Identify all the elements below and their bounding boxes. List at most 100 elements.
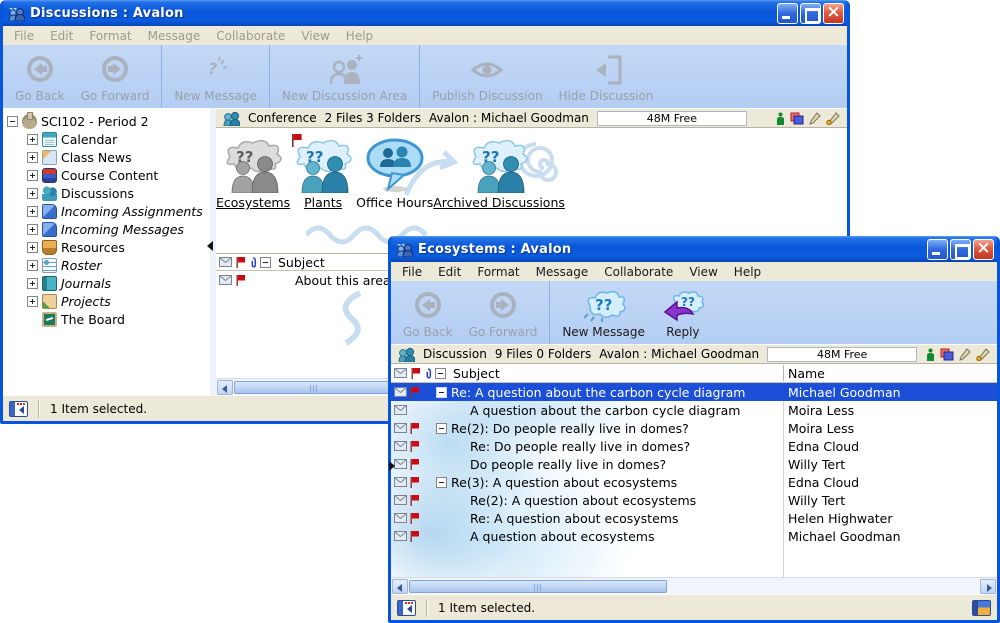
splitter-expand-arrow-icon[interactable] (389, 461, 395, 471)
column-divider[interactable] (783, 365, 784, 381)
menu-item[interactable]: View (681, 264, 725, 280)
tree-item[interactable]: Calendar (3, 130, 210, 148)
close-button[interactable] (823, 3, 844, 24)
tree-item[interactable]: Incoming Assignments (3, 202, 210, 220)
go-forward-button[interactable]: Go Forward (461, 281, 546, 344)
menu-item[interactable]: Message (528, 264, 597, 280)
maximize-button[interactable] (800, 3, 821, 24)
layers-icon (790, 112, 804, 125)
title-bar[interactable]: ?? Discussions : Avalon (3, 0, 847, 26)
info-bar: Conference 2 Files 3 Folders Avalon : Mi… (216, 108, 847, 128)
reply-button[interactable]: ?? Reply (653, 281, 713, 344)
horizontal-scrollbar[interactable] (391, 577, 997, 594)
message-row[interactable]: Re(3): A question about ecosystems Edna … (391, 473, 997, 491)
tree-root[interactable]: SCI102 - Period 2 (3, 112, 210, 130)
collapse-thread-icon[interactable] (436, 387, 447, 398)
maximize-button[interactable] (950, 239, 971, 260)
splitter-collapse-arrow-icon[interactable] (207, 241, 213, 251)
scroll-right-arrow[interactable] (980, 579, 996, 594)
minimize-button[interactable] (777, 3, 798, 24)
expand-box-icon[interactable] (27, 206, 38, 217)
collapse-box-icon[interactable] (7, 116, 18, 127)
go-forward-button[interactable]: Go Forward (73, 45, 158, 108)
message-row[interactable]: A question about ecosystems Michael Good… (391, 527, 997, 545)
menu-item[interactable]: Format (81, 28, 139, 44)
menu-item[interactable]: View (293, 28, 337, 44)
envelope-icon (394, 405, 407, 415)
menu-item[interactable]: File (394, 264, 430, 280)
desktop-icon[interactable]: ?? (290, 137, 356, 210)
scrollbar-thumb[interactable] (234, 381, 394, 394)
reply-icon: ?? (661, 288, 705, 322)
new-discussion-area-button[interactable]: New Discussion Area (274, 45, 415, 108)
minimize-button[interactable] (927, 239, 948, 260)
desktop-icon[interactable]: ?? (356, 137, 433, 210)
message-subject: Re(2): Do people really live in domes? (451, 421, 689, 436)
message-row[interactable]: A question about the carbon cycle diagra… (391, 401, 997, 419)
menu-bar: FileEditFormatMessageCollaborateViewHelp (391, 262, 997, 281)
new-message-button[interactable]: ? New Message (166, 45, 265, 108)
message-row[interactable]: Do people really live in domes? Willy Te… (391, 455, 997, 473)
scrollbar-thumb[interactable] (409, 580, 667, 593)
panel-toggle-icon[interactable] (9, 401, 28, 417)
menu-item[interactable]: Edit (430, 264, 469, 280)
collapse-all-icon[interactable] (260, 257, 271, 268)
tree-item[interactable]: Journals (3, 274, 210, 292)
tree-item[interactable]: The Board (3, 310, 210, 328)
message-row[interactable]: Re: Do people really live in domes? Edna… (391, 437, 997, 455)
publish-discussion-button[interactable]: Publish Discussion (424, 45, 550, 108)
expand-box-icon[interactable] (27, 152, 38, 163)
go-back-button[interactable]: Go Back (395, 281, 461, 344)
tree-item[interactable]: Course Content (3, 166, 210, 184)
envelope-icon (219, 275, 232, 285)
menu-item[interactable]: Collaborate (208, 28, 293, 44)
message-author: Moira Less (788, 403, 854, 418)
paperclip-icon (424, 367, 432, 380)
message-row[interactable]: Re(2): Do people really live in domes? M… (391, 419, 997, 437)
expand-box-icon[interactable] (27, 224, 38, 235)
close-button[interactable] (973, 239, 994, 260)
tree-item[interactable]: Resources (3, 238, 210, 256)
expand-box-icon[interactable] (27, 260, 38, 271)
expand-box-icon[interactable] (27, 278, 38, 289)
scroll-left-arrow[interactable] (392, 579, 408, 594)
expand-box-icon[interactable] (27, 188, 38, 199)
tree-item[interactable]: Incoming Messages (3, 220, 210, 238)
table-header[interactable]: Subject Name (391, 364, 997, 383)
message-row[interactable]: Re: A question about ecosystems Helen Hi… (391, 509, 997, 527)
desktop-icon[interactable]: ?? (216, 137, 290, 210)
new-message-button[interactable]: ?? New Message (554, 281, 653, 344)
desktop-icon[interactable]: ?? (433, 137, 565, 210)
tree-item[interactable]: Projects (3, 292, 210, 310)
menu-item[interactable]: Help (726, 264, 769, 280)
collapse-thread-icon[interactable] (436, 423, 447, 434)
go-back-button[interactable]: Go Back (7, 45, 73, 108)
menu-item[interactable]: File (6, 28, 42, 44)
hide-discussion-button[interactable]: Hide Discussion (551, 45, 662, 108)
menu-item[interactable]: Message (140, 28, 209, 44)
envelope-icon (394, 387, 407, 397)
message-row[interactable]: Re: A question about the carbon cycle di… (391, 383, 997, 401)
view-mode-icon[interactable] (972, 600, 991, 616)
menu-item[interactable]: Help (338, 28, 381, 44)
tree-item[interactable]: Roster (3, 256, 210, 274)
menu-item[interactable]: Format (469, 264, 527, 280)
window-title: Ecosystems : Avalon (418, 242, 927, 257)
message-list-panel: Subject Name Re: A question about the ca… (391, 364, 997, 594)
collapse-thread-icon[interactable] (436, 477, 447, 488)
message-row[interactable]: Re(2): A question about ecosystems Willy… (391, 491, 997, 509)
tree-item[interactable]: Discussions (3, 184, 210, 202)
tree-item[interactable]: Class News (3, 148, 210, 166)
expand-box-icon[interactable] (27, 296, 38, 307)
expand-box-icon[interactable] (27, 242, 38, 253)
menu-item[interactable]: Edit (42, 28, 81, 44)
expand-box-icon[interactable] (27, 134, 38, 145)
panel-toggle-icon[interactable] (397, 600, 416, 616)
tree-items: Calendar Class News Course Content (3, 130, 210, 328)
title-bar[interactable]: ?? Ecosystems : Avalon (391, 236, 997, 262)
menu-item[interactable]: Collaborate (596, 264, 681, 280)
scroll-left-arrow[interactable] (217, 380, 233, 395)
svg-text:??: ?? (681, 295, 695, 309)
collapse-all-icon[interactable] (435, 368, 446, 379)
expand-box-icon[interactable] (27, 170, 38, 181)
